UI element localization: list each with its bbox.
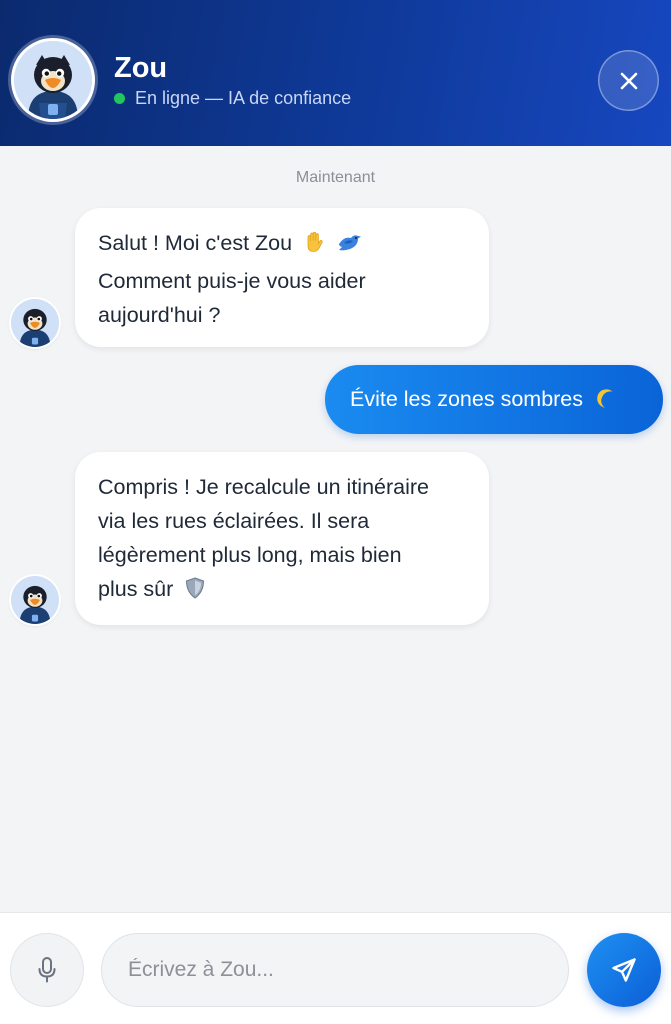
chat-window: Zou En ligne — IA de confiance Maintenan… [0,0,671,1024]
shield-icon [183,576,207,610]
avatar [14,41,92,119]
status-text: En ligne — IA de confiance [135,88,352,108]
send-icon [612,958,636,982]
close-button[interactable] [598,50,659,111]
message-text: plus sûr [98,577,174,601]
online-dot-icon [114,93,125,104]
microphone-icon [38,957,56,983]
penguin-mascot-icon [11,299,59,347]
page-title: Zou [114,52,168,84]
bot-message: Compris ! Je recalcule un itinéraire via… [75,452,489,625]
composer [0,912,671,1024]
close-icon [620,72,637,89]
chat-header: Zou En ligne — IA de confiance [0,0,671,146]
message-text: Salut ! Moi c'est Zou [98,231,293,255]
bot-message: Salut ! Moi c'est Zou Comment puis-je vo… [75,208,489,347]
message-text: Compris ! Je recalcule un itinéraire [98,475,429,499]
message-text: Comment puis-je vous aider [98,269,366,293]
message-text: aujourd'hui ? [98,303,221,327]
crescent-moon-icon [593,369,617,438]
send-button[interactable] [587,933,661,1007]
bot-avatar [11,299,59,347]
timestamp: Maintenant [295,169,376,186]
penguin-mascot-icon [14,41,92,119]
bird-icon [336,230,362,264]
waving-hand-icon [302,230,326,264]
message-list[interactable]: Maintenant Salut ! Moi c'est Zou Comment… [0,146,671,912]
bot-avatar [11,576,59,624]
message-text: légèrement plus long, mais bien [98,543,402,567]
status-indicator: En ligne — IA de confiance [114,88,351,109]
message-text: via les rues éclairées. Il sera [98,509,370,533]
penguin-mascot-icon [11,576,59,624]
message-text: Évite les zones sombres [350,387,584,411]
user-message: Évite les zones sombres [325,365,663,434]
microphone-button[interactable] [10,933,84,1007]
message-input[interactable] [101,933,569,1007]
